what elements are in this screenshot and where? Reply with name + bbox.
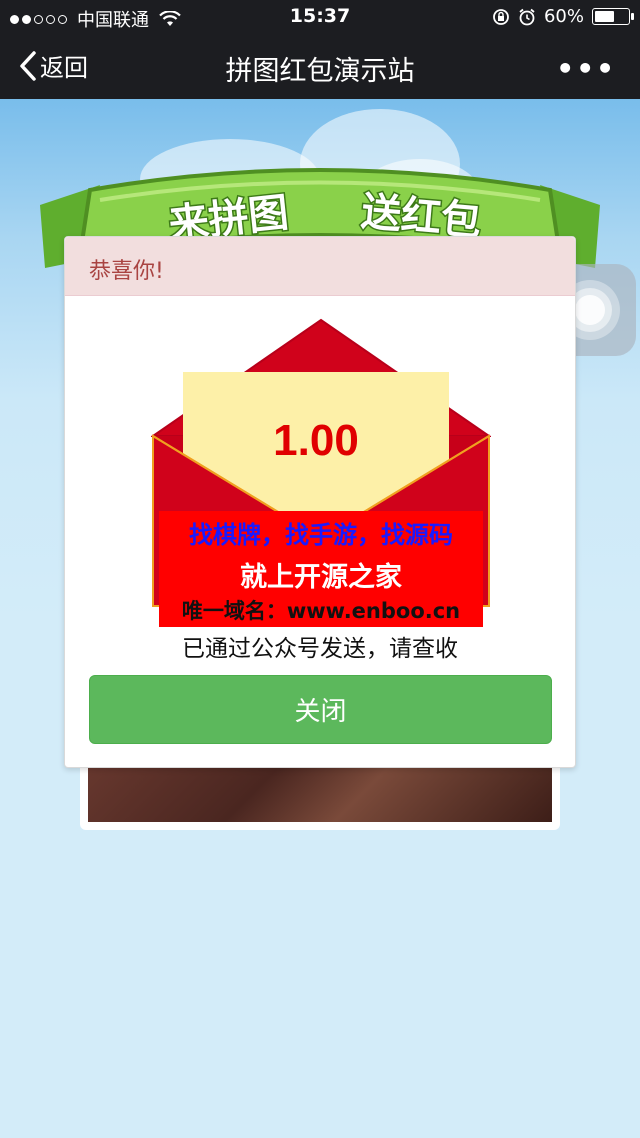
nav-bar: 返回 拼图红包演示站 ••• bbox=[0, 34, 640, 99]
status-bar: 中国联通 15:37 60% bbox=[0, 0, 640, 34]
red-packet-dialog: 恭喜你! 1.00 找棋牌，找手游，找源码 就上开源之家 唯一域名：www.en… bbox=[64, 236, 576, 768]
sent-notice: 已通过公众号发送，请查收 bbox=[182, 636, 458, 662]
ad-line-1: 找棋牌，找手游，找源码 bbox=[189, 521, 453, 549]
ad-line-2: 就上开源之家 bbox=[240, 562, 402, 593]
battery-level bbox=[595, 11, 614, 22]
more-button[interactable]: ••• bbox=[556, 52, 616, 85]
ad-line-3: 唯一域名：www.enboo.cn bbox=[181, 599, 461, 623]
rotation-lock-icon bbox=[493, 8, 509, 25]
dialog-header: 恭喜你! bbox=[65, 237, 575, 296]
page-title: 拼图红包演示站 bbox=[225, 56, 415, 87]
packet-amount: 1.00 bbox=[273, 416, 359, 465]
alarm-icon bbox=[519, 8, 535, 25]
battery-percent: 60% bbox=[543, 6, 584, 27]
dialog-title: 恭喜你! bbox=[89, 259, 164, 284]
close-button[interactable]: 关闭 bbox=[89, 675, 552, 744]
status-right: 60% bbox=[492, 6, 634, 27]
ad-overlay: 找棋牌，找手游，找源码 就上开源之家 唯一域名：www.enboo.cn bbox=[159, 511, 483, 627]
battery-icon bbox=[592, 8, 634, 25]
